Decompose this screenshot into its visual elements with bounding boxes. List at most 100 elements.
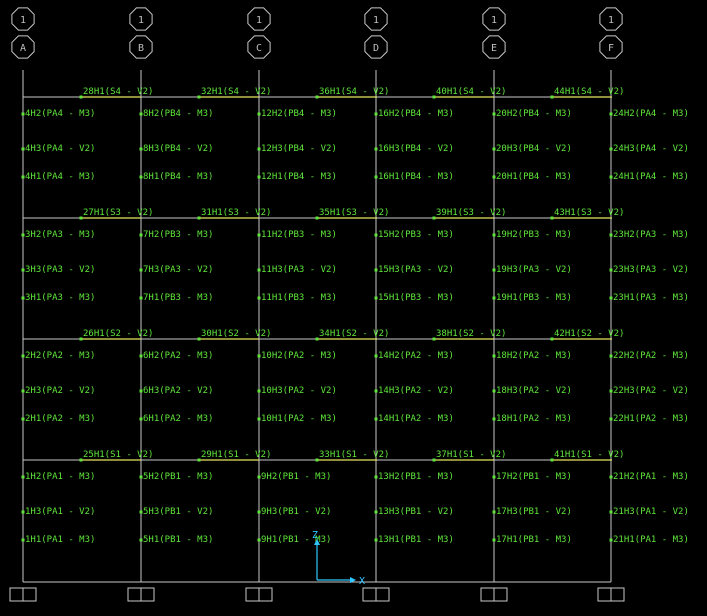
column-hinge-label: 10H3(PA2 - V2) xyxy=(261,386,337,396)
beam-hinge-label: 35H1(S3 - V2) xyxy=(319,208,389,218)
frame-elevation-drawing[interactable]: 1 A 1 B 1 C 1 D 1 E 1 F 28H1(S4 - V2) 32H1(S4 - V2) 36… xyxy=(0,0,707,611)
column-hinge-label: 3H3(PA3 - V2) xyxy=(25,265,95,275)
column-hinge-label: 5H1(PB1 - M3) xyxy=(143,535,213,545)
column-hinge-label: 22H3(PA2 - V2) xyxy=(613,386,689,396)
column-hinge-label: 14H1(PA2 - M3) xyxy=(378,414,454,424)
support-box-right[interactable] xyxy=(375,587,390,602)
column-hinge-label: 10H1(PA2 - M3) xyxy=(261,414,337,424)
column-hinge-label: 9H2(PB1 - M3) xyxy=(261,472,331,482)
column-hinge-label: 19H3(PA3 - V2) xyxy=(496,265,572,275)
column-hinge-label: 22H1(PA2 - M3) xyxy=(613,414,689,424)
column-hinge-label: 17H3(PB1 - V2) xyxy=(496,507,572,517)
column-hinge-label: 2H3(PA2 - V2) xyxy=(25,386,95,396)
grid-letter-label: E xyxy=(491,43,497,54)
column-hinge-label: 21H2(PA1 - M3) xyxy=(613,472,689,482)
grid-number-label: 1 xyxy=(491,15,497,26)
column-hinge-label: 7H3(PA3 - V2) xyxy=(143,265,213,275)
column-hinge-label: 15H1(PB3 - M3) xyxy=(378,293,454,303)
column-hinge-label: 19H1(PB3 - M3) xyxy=(496,293,572,303)
column-hinge-label: 13H1(PB1 - M3) xyxy=(378,535,454,545)
grid-letter-label: A xyxy=(20,43,26,54)
column-hinge-label: 18H3(PA2 - V2) xyxy=(496,386,572,396)
column-hinge-label: 6H2(PA2 - M3) xyxy=(143,351,213,361)
column-hinge-label: 18H1(PA2 - M3) xyxy=(496,414,572,424)
support-box-right[interactable] xyxy=(493,587,508,602)
beam-hinge-label: 41H1(S1 - V2) xyxy=(554,450,624,460)
support-box-right[interactable] xyxy=(140,587,155,602)
column-hinge-label: 8H1(PB4 - M3) xyxy=(143,172,213,182)
column-hinge-label: 8H3(PB4 - V2) xyxy=(143,144,213,154)
column-hinge-label: 9H3(PB1 - V2) xyxy=(261,507,331,517)
ucs-z-label: Z xyxy=(312,530,318,541)
grid-letter-label: C xyxy=(256,43,262,54)
grid-number-label: 1 xyxy=(256,15,262,26)
beam-hinge-label: 28H1(S4 - V2) xyxy=(83,87,153,97)
column-hinge-label: 12H1(PB4 - M3) xyxy=(261,172,337,182)
column-hinge-label: 6H3(PA2 - V2) xyxy=(143,386,213,396)
column-hinge-label: 20H3(PB4 - V2) xyxy=(496,144,572,154)
column-hinge-label: 4H3(PA4 - V2) xyxy=(25,144,95,154)
column-hinge-label: 14H2(PA2 - M3) xyxy=(378,351,454,361)
column-hinge-label: 4H2(PA4 - M3) xyxy=(25,109,95,119)
beam-hinge-label: 32H1(S4 - V2) xyxy=(201,87,271,97)
column-hinge-label: 4H1(PA4 - M3) xyxy=(25,172,95,182)
column-hinge-label: 24H2(PA4 - M3) xyxy=(613,109,689,119)
ucs-x-label: X xyxy=(359,576,365,587)
support-box-left[interactable] xyxy=(9,587,24,602)
column-hinge-label: 15H2(PB3 - M3) xyxy=(378,230,454,240)
drawing-viewport[interactable]: 1 A 1 B 1 C 1 D 1 E 1 F 28H1(S4 - V2) 32H1(S4 - V2) 36… xyxy=(0,0,707,611)
beam-hinge-label: 37H1(S1 - V2) xyxy=(436,450,506,460)
column-hinge-label: 17H2(PB1 - M3) xyxy=(496,472,572,482)
beam-hinge-label: 39H1(S3 - V2) xyxy=(436,208,506,218)
column-hinge-label: 24H3(PA4 - V2) xyxy=(613,144,689,154)
column-hinge-label: 1H1(PA1 - M3) xyxy=(25,535,95,545)
support-box-left[interactable] xyxy=(362,587,377,602)
column-hinge-label: 20H2(PB4 - M3) xyxy=(496,109,572,119)
beam-hinge-label: 30H1(S2 - V2) xyxy=(201,329,271,339)
beam-hinge-label: 29H1(S1 - V2) xyxy=(201,450,271,460)
grid-number-label: 1 xyxy=(20,15,26,26)
grid-letter-label: D xyxy=(373,43,379,54)
column-hinge-label: 10H2(PA2 - M3) xyxy=(261,351,337,361)
support-box-right[interactable] xyxy=(610,587,625,602)
support-box-left[interactable] xyxy=(480,587,495,602)
beam-hinge-label: 36H1(S4 - V2) xyxy=(319,87,389,97)
grid-number-label: 1 xyxy=(373,15,379,26)
support-box-right[interactable] xyxy=(258,587,273,602)
column-hinge-label: 16H3(PB4 - V2) xyxy=(378,144,454,154)
column-hinge-label: 13H3(PB1 - V2) xyxy=(378,507,454,517)
column-hinge-label: 12H3(PB4 - V2) xyxy=(261,144,337,154)
beam-hinge-label: 40H1(S4 - V2) xyxy=(436,87,506,97)
grid-letter-label: B xyxy=(138,43,144,54)
support-box-right[interactable] xyxy=(22,587,37,602)
column-hinge-label: 7H2(PB3 - M3) xyxy=(143,230,213,240)
column-hinge-label: 21H1(PA1 - M3) xyxy=(613,535,689,545)
column-hinge-label: 1H3(PA1 - V2) xyxy=(25,507,95,517)
beam-hinge-label: 42H1(S2 - V2) xyxy=(554,329,624,339)
column-hinge-label: 21H3(PA1 - V2) xyxy=(613,507,689,517)
support-box-left[interactable] xyxy=(127,587,142,602)
column-hinge-label: 2H1(PA2 - M3) xyxy=(25,414,95,424)
column-hinge-label: 23H1(PA3 - M3) xyxy=(613,293,689,303)
column-hinge-label: 1H2(PA1 - M3) xyxy=(25,472,95,482)
column-hinge-label: 16H2(PB4 - M3) xyxy=(378,109,454,119)
column-hinge-label: 16H1(PB4 - M3) xyxy=(378,172,454,182)
column-hinge-label: 23H2(PA3 - M3) xyxy=(613,230,689,240)
column-hinge-label: 3H2(PA3 - M3) xyxy=(25,230,95,240)
column-hinge-label: 18H2(PA2 - M3) xyxy=(496,351,572,361)
column-hinge-label: 20H1(PB4 - M3) xyxy=(496,172,572,182)
support-box-left[interactable] xyxy=(597,587,612,602)
support-box-left[interactable] xyxy=(245,587,260,602)
grid-number-label: 1 xyxy=(608,15,614,26)
column-hinge-label: 14H3(PA2 - V2) xyxy=(378,386,454,396)
column-hinge-label: 23H3(PA3 - V2) xyxy=(613,265,689,275)
column-hinge-label: 3H1(PA3 - M3) xyxy=(25,293,95,303)
column-hinge-label: 24H1(PA4 - M3) xyxy=(613,172,689,182)
column-hinge-label: 11H3(PA3 - V2) xyxy=(261,265,337,275)
beam-hinge-label: 26H1(S2 - V2) xyxy=(83,329,153,339)
beam-hinge-label: 43H1(S3 - V2) xyxy=(554,208,624,218)
beam-hinge-label: 44H1(S4 - V2) xyxy=(554,87,624,97)
grid-letter-label: F xyxy=(608,43,614,54)
beam-hinge-label: 33H1(S1 - V2) xyxy=(319,450,389,460)
beam-hinge-label: 31H1(S3 - V2) xyxy=(201,208,271,218)
